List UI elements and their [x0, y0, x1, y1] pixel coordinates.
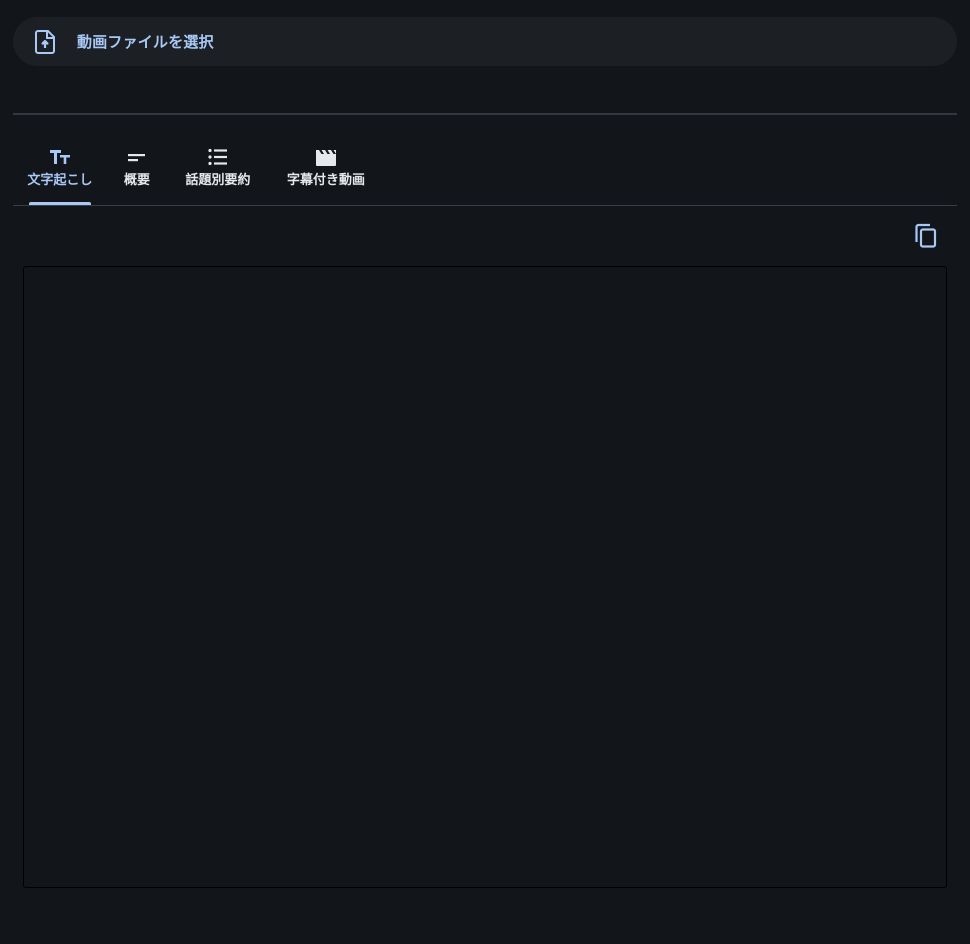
short-text-icon [128, 154, 145, 162]
select-video-file-button[interactable]: 動画ファイルを選択 [13, 17, 957, 66]
tab-subtitled-video-label: 字幕付き動画 [286, 173, 365, 188]
tab-transcript-label: 文字起こし [27, 173, 93, 188]
app-page: 動画ファイルを選択 文字起こし 概要 話題別要約 字幕付き動画 [0, 0, 970, 944]
copy-icon [915, 223, 937, 248]
text-fields-icon [50, 150, 70, 164]
active-tab-indicator [29, 202, 91, 205]
list-icon [208, 148, 227, 166]
section-divider [13, 113, 957, 115]
copy-button[interactable] [912, 222, 942, 252]
select-video-file-label: 動画ファイルを選択 [77, 33, 214, 51]
tab-topic-summary[interactable]: 話題別要約 [179, 140, 257, 205]
tab-topic-summary-label: 話題別要約 [185, 173, 251, 188]
movie-icon [316, 150, 336, 166]
tab-summary-label: 概要 [123, 173, 150, 188]
tab-bar: 文字起こし 概要 話題別要約 字幕付き動画 [13, 140, 957, 206]
tab-transcript[interactable]: 文字起こし [27, 140, 93, 205]
tab-summary[interactable]: 概要 [113, 140, 161, 205]
tab-subtitled-video[interactable]: 字幕付き動画 [281, 140, 371, 205]
file-upload-icon [35, 30, 55, 54]
transcript-textarea[interactable] [23, 266, 947, 888]
